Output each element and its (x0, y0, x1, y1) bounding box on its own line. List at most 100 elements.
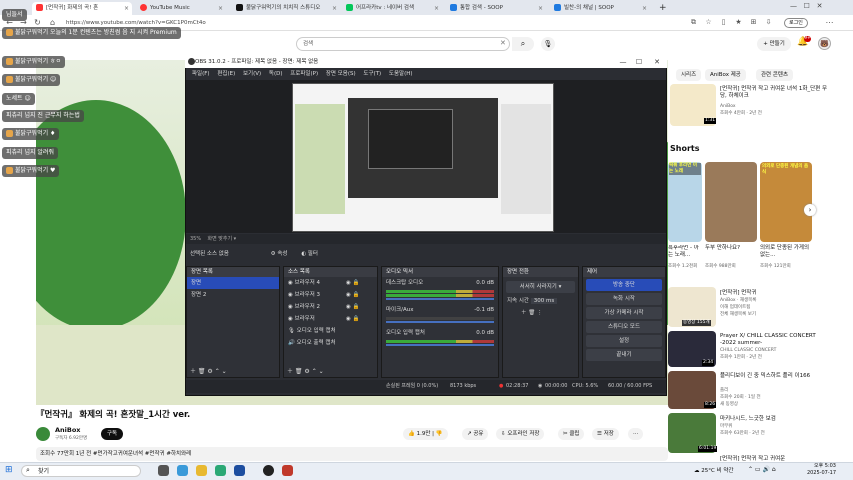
voice-search-button[interactable]: 🎙 (541, 37, 555, 51)
properties-button[interactable]: ⚙ 속성 (271, 251, 288, 257)
subscribe-button[interactable]: 구독 (101, 428, 123, 440)
close-icon[interactable]: × (218, 2, 223, 15)
start-recording-button[interactable]: 녹화 시작 (586, 293, 662, 305)
create-button[interactable]: + 만들기 (757, 37, 791, 51)
short-title[interactable]: 두부 만하나요? (705, 245, 757, 252)
bookmark-star-icon[interactable]: ☆ (703, 17, 714, 28)
taskbar-clock[interactable]: 오후 5:03 2025-07-17 (800, 463, 836, 477)
source-item[interactable]: 🔊 오디오 출력 캡처 (284, 337, 377, 349)
eye-lock-icon[interactable]: ◉ 🔒 (346, 289, 359, 301)
search-input[interactable]: 검색 (303, 39, 313, 49)
rec-title[interactable]: 플리디보이 긴 중 믹스하트 플리 이166 (720, 373, 830, 380)
close-icon[interactable]: × (332, 2, 337, 15)
rec-title[interactable]: [먼작귀] 먼작귀 작고 귀여운 녀석 1화_단편 무당, 하체이크 (720, 86, 830, 100)
rec-channel[interactable]: 마무위 (720, 424, 732, 430)
exit-button[interactable]: 끝내기 (586, 349, 662, 361)
favorites-icon[interactable]: ★ (733, 17, 744, 28)
chip-related[interactable]: 관련 콘텐츠 (756, 69, 794, 81)
volume-slider[interactable] (386, 298, 494, 300)
stop-streaming-button[interactable]: 방송 중단 (586, 279, 662, 291)
rec-title[interactable]: 마키나시드, 느긋한 보검 (720, 416, 830, 423)
search-box[interactable] (296, 37, 510, 51)
video-description[interactable]: 조회수 77만회 1년 전 #먼가작고귀여운녀석 #먼작귀 #하치와레 (36, 447, 668, 461)
short-title[interactable]: 흑후라먼 - 아는 노래... (668, 245, 702, 259)
tab-soop-search[interactable]: 통합 검색 - SOOP × (446, 2, 546, 15)
short-thumbnail[interactable] (705, 162, 757, 242)
new-tab-button[interactable]: + (655, 2, 667, 15)
menu-help[interactable]: 도움말(H) (389, 71, 413, 77)
maximize-icon[interactable]: ☐ (632, 56, 646, 68)
chip-series[interactable]: 시리즈 (676, 69, 702, 81)
profile-button[interactable]: 로그인 (784, 18, 808, 28)
obs-taskbar-icon[interactable] (263, 465, 274, 476)
eye-lock-icon[interactable]: ◉ 🔒 (346, 301, 359, 313)
downloads-icon[interactable]: ⇩ (763, 17, 774, 28)
app-icon[interactable] (215, 465, 226, 476)
transition-type-select[interactable]: 서서히 사라지기 ▾ (506, 281, 575, 293)
channel-avatar[interactable] (36, 427, 50, 441)
rec-channel[interactable]: AniBox (720, 104, 736, 110)
share-button[interactable]: ↗ 공유 (462, 428, 489, 440)
chevron-down-icon[interactable]: ▾ (234, 236, 237, 242)
clear-search-icon[interactable]: ✕ (500, 39, 506, 47)
rec-title[interactable]: Prayer X/ CHILL CLASSIC CONCERT -2022 su… (720, 333, 830, 347)
chip-anibox[interactable]: AniBox 제공 (705, 69, 746, 81)
rec-title[interactable]: [먼작귀] 먼작귀 (720, 290, 830, 297)
offline-save-button[interactable]: ⇩ 오프라인 저장 (496, 428, 545, 440)
windows-start-icon[interactable]: ⊞ (5, 465, 13, 476)
source-item[interactable]: ◉ 브라우저 2 ◉ 🔒 (284, 301, 377, 313)
like-button[interactable]: 👍 1.9만 | 👎 (403, 428, 448, 440)
scene-toolbar[interactable]: ＋ 🗑 ⚙ ⌃ ⌄ (190, 366, 227, 375)
scene-item[interactable]: 장면 (187, 277, 279, 289)
avatar[interactable]: 🐻 (818, 37, 831, 50)
source-item[interactable]: ◉ 브라우저 4 ◉ 🔒 (284, 277, 377, 289)
taskbar-search[interactable]: 찾기 (21, 465, 141, 477)
transition-toolbar[interactable]: ＋ 🗑 ⋮ (503, 307, 578, 319)
menu-file[interactable]: 파일(F) (192, 71, 210, 77)
settings-button[interactable]: 설정 (586, 335, 662, 347)
studio-mode-button[interactable]: 스튜디오 모드 (586, 321, 662, 333)
search-button[interactable]: ⌕ (512, 37, 534, 51)
app-icon[interactable] (282, 465, 293, 476)
close-icon[interactable]: × (538, 2, 543, 15)
transition-duration-input[interactable]: 300 ms (530, 298, 558, 304)
volume-slider[interactable] (386, 344, 494, 346)
zoom-level[interactable]: 35% (190, 236, 201, 242)
more-actions-button[interactable]: ··· (628, 428, 644, 440)
file-explorer-icon[interactable] (196, 465, 207, 476)
next-arrow-icon[interactable]: › (804, 204, 816, 216)
tab-soop-channel[interactable]: 빌찬-의 채널 | SOOP × (550, 2, 650, 15)
window-controls[interactable]: — ☐ ✕ (790, 2, 823, 10)
menu-tools[interactable]: 도구(T) (363, 71, 381, 77)
clip-button[interactable]: ✂ 클립 (558, 428, 585, 440)
close-icon[interactable]: ✕ (650, 56, 664, 68)
menu-scene-collection[interactable]: 장면 모음(S) (326, 71, 356, 77)
menu-profile[interactable]: 프로파일(P) (290, 71, 318, 77)
menu-docks[interactable]: 독(D) (269, 71, 283, 77)
source-toolbar[interactable]: ＋ 🗑 ⚙ ⌃ ⌄ (287, 366, 324, 375)
channel-name[interactable]: AniBox (55, 426, 81, 434)
filters-button[interactable]: ◐ 필터 (301, 251, 318, 257)
save-button[interactable]: ☰ 저장 (592, 428, 619, 440)
edge-icon[interactable] (177, 465, 188, 476)
source-item[interactable]: ◉ 브라우저 ◉ 🔒 (284, 313, 377, 325)
task-view-icon[interactable] (158, 465, 169, 476)
tab-naver-search[interactable]: 어프라카tv : 네이버 검색 × (342, 2, 442, 15)
tab-youtube-video[interactable]: [먼작귀] 화제의 곡! 혼 × (32, 2, 132, 15)
source-item[interactable]: 🎙 오디오 입력 캡처 (284, 325, 377, 337)
eye-lock-icon[interactable]: ◉ 🔒 (346, 277, 359, 289)
tab-chzzk-studio[interactable]: 불닭구워먹기의 치치직 스튜디오 × (232, 2, 340, 15)
eye-lock-icon[interactable]: ◉ 🔒 (346, 313, 359, 325)
scene-item[interactable]: 장면 2 (187, 289, 279, 301)
tab-youtube-music[interactable]: YouTube Music × (136, 2, 226, 15)
tray-icons[interactable]: ⌃ ▭ 🔊 ⌂ (748, 466, 776, 473)
split-icon[interactable]: ▯ (718, 17, 729, 28)
rec-channel[interactable]: CHILL CLASSIC CONCERT (720, 348, 776, 354)
close-icon[interactable]: × (124, 2, 129, 15)
short-title[interactable]: 의외로 단종된 가게의 없는... (760, 245, 815, 259)
menu-edit[interactable]: 편집(E) (217, 71, 235, 77)
install-icon[interactable]: ⧉ (688, 17, 699, 28)
menu-view[interactable]: 보기(V) (243, 71, 261, 77)
minimize-icon[interactable]: — (616, 56, 630, 68)
close-icon[interactable]: × (642, 2, 647, 15)
